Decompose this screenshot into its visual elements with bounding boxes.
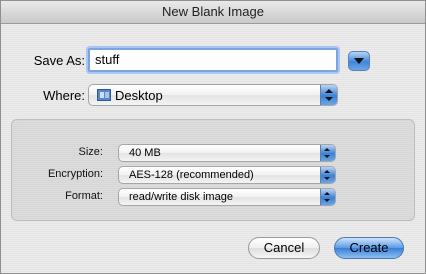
- arrow-down-icon: [324, 155, 330, 158]
- format-value: read/write disk image: [129, 191, 233, 203]
- create-button[interactable]: Create: [334, 237, 404, 259]
- chevron-down-icon: [354, 58, 364, 64]
- format-label: Format:: [65, 190, 103, 202]
- popup-arrows-icon: [320, 189, 335, 205]
- encryption-value: AES-128 (recommended): [129, 169, 254, 181]
- arrow-up-icon: [324, 148, 330, 151]
- cancel-button[interactable]: Cancel: [248, 237, 320, 259]
- save-as-label: Save As:: [33, 53, 85, 68]
- format-popup[interactable]: read/write disk image: [118, 188, 336, 206]
- size-popup[interactable]: 40 MB: [118, 144, 336, 162]
- save-as-input[interactable]: stuff: [88, 48, 338, 72]
- where-label: Where:: [43, 88, 85, 103]
- encryption-label: Encryption:: [47, 168, 103, 180]
- popup-arrows-icon: [320, 145, 335, 161]
- arrow-down-icon: [324, 177, 330, 180]
- where-popup[interactable]: Desktop: [88, 84, 338, 106]
- new-blank-image-dialog: New Blank Image Save As: stuff Where: De…: [0, 0, 426, 274]
- popup-arrows-icon: [320, 85, 337, 105]
- popup-arrows-icon: [320, 167, 335, 183]
- arrow-down-icon: [324, 199, 330, 202]
- encryption-popup[interactable]: AES-128 (recommended): [118, 166, 336, 184]
- arrow-up-icon: [324, 170, 330, 173]
- arrow-up-icon: [325, 89, 333, 93]
- arrow-up-icon: [324, 192, 330, 195]
- size-value: 40 MB: [129, 147, 161, 159]
- window-title: New Blank Image: [1, 1, 425, 24]
- desktop-folder-icon: [97, 89, 111, 101]
- expand-browser-button[interactable]: [348, 51, 370, 71]
- where-value: Desktop: [115, 88, 163, 103]
- size-label: Size:: [78, 146, 103, 158]
- arrow-down-icon: [325, 97, 333, 101]
